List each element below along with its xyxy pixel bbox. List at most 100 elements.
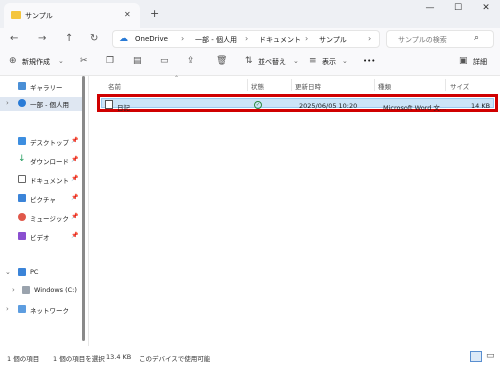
paste-icon[interactable]: ▤ <box>133 56 142 66</box>
column-divider[interactable] <box>374 79 375 91</box>
column-divider[interactable] <box>445 79 446 91</box>
up-icon[interactable]: ↑ <box>65 33 73 44</box>
column-header-status[interactable]: 状態 <box>251 81 264 91</box>
tiles-view-icon[interactable]: ▭ <box>486 351 497 362</box>
sidebar-item-label: 一部 - 個人用 <box>30 101 69 109</box>
document-icon <box>18 175 26 183</box>
chevron-right-icon[interactable]: › <box>6 305 9 313</box>
word-document-icon <box>105 100 113 109</box>
network-icon <box>18 305 26 313</box>
availability-status: このデバイスで使用可能 <box>139 355 211 363</box>
sidebar-item-label: PC <box>30 268 39 276</box>
sidebar-item-pictures[interactable]: ピクチャ 📌 <box>0 192 84 206</box>
pin-icon: 📌 <box>71 137 79 144</box>
sidebar-item-label: ドキュメント <box>30 177 69 185</box>
minimize-icon[interactable]: — <box>416 3 444 19</box>
address-bar[interactable]: ☁ OneDrive › 一部 - 個人用 › ドキュメント › サンプル › <box>112 30 380 48</box>
sidebar-item-label: ミュージック <box>30 215 69 223</box>
details-button[interactable]: 詳細 <box>473 57 487 67</box>
sidebar-item-label: ネットワーク <box>30 307 69 315</box>
copy-icon[interactable]: ❐ <box>106 56 114 66</box>
music-icon <box>18 213 26 221</box>
details-view-icon[interactable] <box>470 351 482 362</box>
chevron-down-icon[interactable]: ⌄ <box>293 57 299 65</box>
sidebar-item-videos[interactable]: ビデオ 📌 <box>0 230 84 244</box>
column-divider[interactable] <box>247 79 248 91</box>
pin-icon: 📌 <box>71 213 79 220</box>
sidebar-item-windows-c[interactable]: › Windows (C:) <box>0 284 84 298</box>
view-button[interactable]: 表示 <box>322 57 336 67</box>
chevron-down-icon[interactable]: ⌄ <box>58 57 64 65</box>
pin-icon: 📌 <box>71 194 79 201</box>
chevron-right-icon[interactable]: › <box>12 286 15 294</box>
new-icon: ⊕ <box>9 56 17 66</box>
drive-icon <box>22 286 30 294</box>
chevron-right-icon[interactable]: › <box>6 99 9 107</box>
sidebar-item-network[interactable]: › ネットワーク <box>0 303 84 317</box>
folder-icon <box>11 11 21 19</box>
pin-icon: 📌 <box>71 175 79 182</box>
chevron-right-icon: › <box>245 34 249 43</box>
breadcrumb-onedrive[interactable]: OneDrive <box>135 35 168 43</box>
breadcrumb-personal[interactable]: 一部 - 個人用 <box>195 35 237 45</box>
search-input[interactable]: サンプルの検索 ⌕ <box>386 30 494 48</box>
new-button[interactable]: 新規作成 <box>22 57 50 67</box>
column-header-type[interactable]: 種類 <box>378 81 391 91</box>
sidebar-item-gallery[interactable]: ギャラリー <box>0 80 84 94</box>
navigation-pane: ギャラリー › 一部 - 個人用 デスクトップ 📌 ↓ ダウンロード 📌 ドキュ… <box>0 76 88 346</box>
delete-icon[interactable]: 🗑 <box>216 56 227 66</box>
selected-count: 1 個の項目を選択 <box>53 355 105 363</box>
back-icon[interactable]: ← <box>10 33 18 44</box>
breadcrumb-documents[interactable]: ドキュメント <box>259 35 301 45</box>
sidebar-item-pc[interactable]: ⌄ PC <box>0 266 84 280</box>
file-name: 日記 <box>117 104 130 112</box>
chevron-right-icon[interactable]: › <box>368 34 371 43</box>
plus-icon[interactable]: + <box>150 7 159 20</box>
chevron-down-icon[interactable]: ⌄ <box>5 268 11 276</box>
address-toolbar: ← → ↑ ↻ ☁ OneDrive › 一部 - 個人用 › ドキュメント ›… <box>0 28 500 51</box>
picture-icon <box>18 194 26 202</box>
sidebar-item-label: ギャラリー <box>30 84 63 92</box>
sidebar-item-music[interactable]: ミュージック 📌 <box>0 211 84 225</box>
forward-icon[interactable]: → <box>38 33 46 44</box>
tab-sample[interactable]: サンプル ✕ <box>4 3 140 28</box>
sidebar-item-label: ダウンロード <box>30 158 69 166</box>
sidebar-item-downloads[interactable]: ↓ ダウンロード 📌 <box>0 154 84 168</box>
column-divider[interactable] <box>291 79 292 91</box>
cloud-icon: ☁ <box>119 34 128 44</box>
rename-icon[interactable]: ▭ <box>160 56 169 66</box>
command-bar: ⊕ 新規作成 ⌄ ✂ ❐ ▤ ▭ ⇪ 🗑 ⇅ 並べ替え ⌄ ≡ 表示 ⌄ •••… <box>0 51 500 76</box>
sort-icon: ⇅ <box>245 56 253 66</box>
more-options-icon[interactable]: ••• <box>363 57 375 65</box>
file-size: 14 KB <box>471 102 491 110</box>
close-icon[interactable]: ✕ <box>472 3 500 19</box>
maximize-icon[interactable]: ☐ <box>444 3 472 19</box>
chevron-right-icon: › <box>305 34 309 43</box>
cut-icon[interactable]: ✂ <box>80 56 88 66</box>
pin-icon: 📌 <box>71 156 79 163</box>
sort-button[interactable]: 並べ替え <box>258 57 286 67</box>
column-header-modified[interactable]: 更新日時 <box>295 81 321 91</box>
sidebar-item-label: デスクトップ <box>30 139 69 147</box>
video-icon <box>18 232 26 240</box>
breadcrumb-sample[interactable]: サンプル <box>319 35 347 45</box>
refresh-icon[interactable]: ↻ <box>90 33 98 44</box>
file-list: ⌃ 名前 状態 更新日時 種類 サイズ 日記 ✓ 2025/06/05 10:2… <box>89 75 500 346</box>
column-header-name[interactable]: 名前 <box>108 81 121 91</box>
search-placeholder: サンプルの検索 <box>398 36 447 44</box>
search-icon: ⌕ <box>474 33 480 43</box>
computer-icon <box>18 268 26 276</box>
sidebar-item-onedrive[interactable]: › 一部 - 個人用 <box>0 97 84 111</box>
table-row[interactable]: 日記 ✓ 2025/06/05 10:20 Microsoft Word 文..… <box>97 94 498 112</box>
column-header-size[interactable]: サイズ <box>450 81 469 91</box>
share-icon[interactable]: ⇪ <box>187 56 195 66</box>
sidebar-item-label: ピクチャ <box>30 196 56 204</box>
sidebar-item-label: Windows (C:) <box>34 286 77 294</box>
sidebar-item-documents[interactable]: ドキュメント 📌 <box>0 173 84 187</box>
sidebar-scrollbar[interactable] <box>82 76 85 341</box>
synced-check-icon: ✓ <box>254 101 262 109</box>
pin-icon: 📌 <box>71 232 79 239</box>
tab-close-icon[interactable]: ✕ <box>124 10 131 19</box>
chevron-down-icon[interactable]: ⌄ <box>342 57 348 65</box>
sidebar-item-desktop[interactable]: デスクトップ 📌 <box>0 135 84 149</box>
